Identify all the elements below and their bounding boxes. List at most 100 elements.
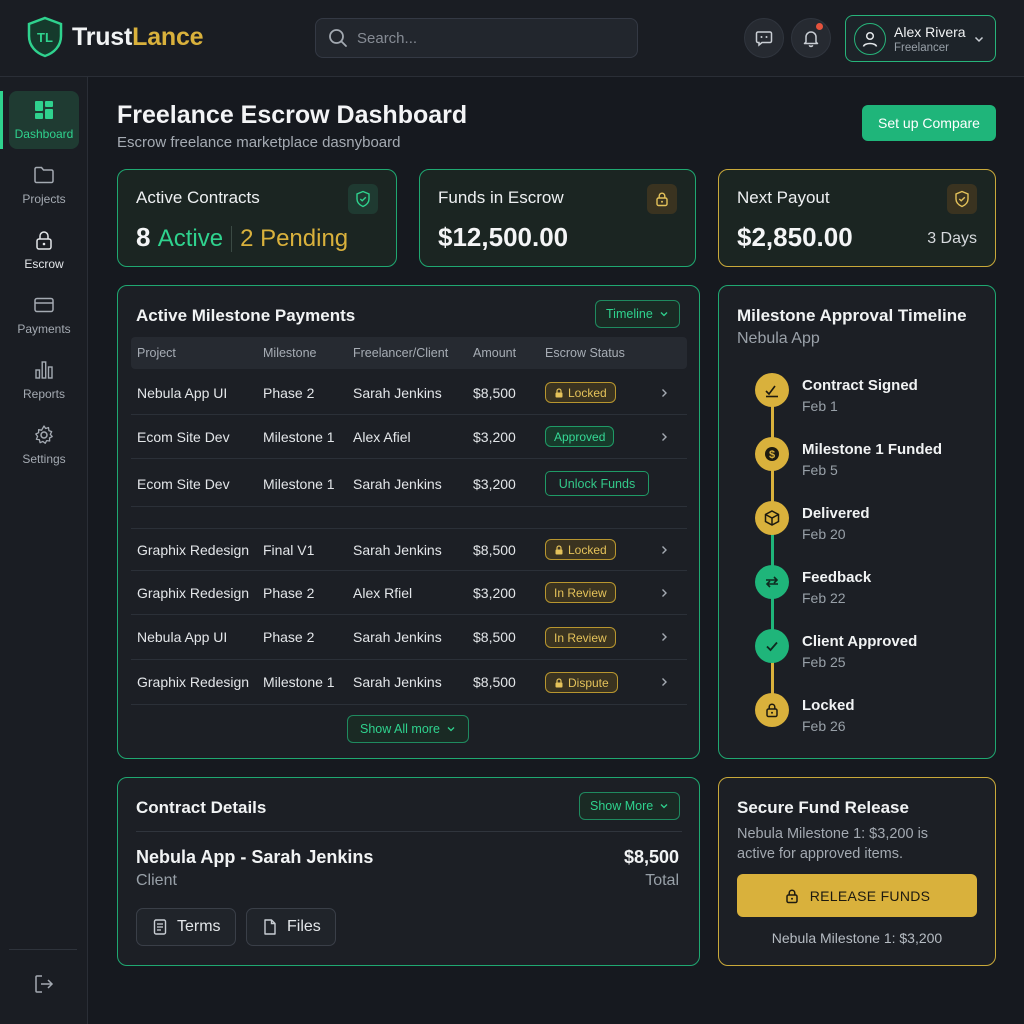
active-nav-indicator <box>0 91 3 149</box>
cell-amount: $8,500 <box>473 629 516 645</box>
milestone-payments-panel: Active Milestone Payments Timeline Proje… <box>117 285 700 759</box>
chevron-down-icon <box>974 36 984 43</box>
release-funds-button[interactable]: RELEASE FUNDS <box>737 874 977 917</box>
status-label: Locked <box>568 385 607 400</box>
brand-name-part2: Lance <box>132 22 204 51</box>
swap-icon <box>755 565 789 599</box>
dollar-icon: $ <box>755 437 789 471</box>
sidebar-item-label: Projects <box>22 192 66 206</box>
contract-details-panel: Contract Details Show More Nebula App - … <box>117 777 700 966</box>
table-row[interactable]: Ecom Site Dev Milestone 1 Alex Afiel $3,… <box>131 415 687 459</box>
lock-icon <box>785 889 798 903</box>
contract-amount-label: Total <box>645 872 679 889</box>
dashboard-icon <box>35 101 53 119</box>
cell-project: Graphix Redesign <box>137 542 250 558</box>
funds-in-escrow-card[interactable]: Funds in Escrow $12,500.00 <box>419 169 696 267</box>
panel-title: Milestone Approval Timeline <box>737 306 967 325</box>
brand-name-part1: Trust <box>72 22 133 51</box>
shield-check-icon <box>947 184 977 214</box>
timeline-filter-button[interactable]: Timeline <box>595 300 680 328</box>
sidebar-item-reports[interactable]: Reports <box>9 351 79 409</box>
top-bar: TL TrustLance Ale <box>0 0 1024 77</box>
cell-project: Ecom Site Dev <box>137 429 230 445</box>
show-more-button[interactable]: Show More <box>579 792 681 820</box>
search-box[interactable] <box>315 18 638 58</box>
table-row[interactable]: Graphix Redesign Phase 2 Alex Rfiel $3,2… <box>131 571 687 615</box>
check-icon <box>755 629 789 663</box>
setup-compare-button[interactable]: Set up Compare <box>862 105 996 141</box>
cell-person: Sarah Jenkins <box>353 476 442 492</box>
search-icon <box>329 29 347 47</box>
sidebar-item-escrow[interactable]: Escrow <box>9 221 79 279</box>
chevron-right-icon[interactable] <box>658 544 670 556</box>
cell-amount: $8,500 <box>473 385 516 401</box>
timeline-connector <box>771 662 774 697</box>
release-description: Nebula Milestone 1: $3,200 is active for… <box>737 826 929 862</box>
sidebar-item-payments[interactable]: Payments <box>9 286 79 344</box>
timeline-step-date: Feb 22 <box>802 590 846 606</box>
table-row-spacer <box>131 507 687 529</box>
lock-icon <box>555 677 563 687</box>
user-icon <box>862 31 878 47</box>
contracts-summary: 8 Active 2 Pending <box>136 222 348 253</box>
show-all-button[interactable]: Show All more <box>347 715 469 743</box>
files-button[interactable]: Files <box>246 908 336 946</box>
table-row[interactable]: Nebula App UI Phase 2 Sarah Jenkins $8,5… <box>131 615 687 660</box>
messages-button[interactable] <box>744 18 784 58</box>
sidebar: Dashboard Projects Escrow Payments Repor… <box>0 77 88 1024</box>
lock-icon <box>555 387 563 397</box>
table-row[interactable]: Graphix Redesign Final V1 Sarah Jenkins … <box>131 529 687 571</box>
show-all-label: Show All more <box>360 722 440 736</box>
chevron-right-icon[interactable] <box>658 676 670 688</box>
user-role: Freelancer <box>894 41 949 54</box>
document-icon <box>153 919 167 935</box>
sidebar-item-projects[interactable]: Projects <box>9 156 79 214</box>
table-row[interactable]: Ecom Site Dev Milestone 1 Sarah Jenkins … <box>131 459 687 507</box>
status-label: In Review <box>554 630 607 645</box>
cell-person: Sarah Jenkins <box>353 542 442 558</box>
next-payout-card[interactable]: Next Payout $2,850.00 3 Days <box>718 169 996 267</box>
table-header: Project Milestone Freelancer/Client Amou… <box>131 337 687 369</box>
sidebar-item-settings[interactable]: Settings <box>9 416 79 474</box>
lock-icon <box>555 544 563 554</box>
timeline-step-label: Locked <box>802 697 855 714</box>
pending-label: 2 Pending <box>240 225 349 252</box>
chevron-right-icon[interactable] <box>658 587 670 599</box>
table-row[interactable]: Graphix Redesign Milestone 1 Sarah Jenki… <box>131 660 687 705</box>
lock-icon <box>647 184 677 214</box>
cell-amount: $3,200 <box>473 429 516 445</box>
cell-amount: $8,500 <box>473 674 516 690</box>
status-badge: In Review <box>545 582 616 603</box>
divider <box>136 831 682 832</box>
cell-milestone: Final V1 <box>263 542 315 558</box>
unlock-funds-button[interactable]: Unlock Funds <box>545 471 649 496</box>
chevron-down-icon <box>660 804 668 809</box>
active-label: Active <box>157 225 224 252</box>
chat-icon <box>755 31 773 47</box>
chevron-right-icon[interactable] <box>658 431 670 443</box>
sidebar-divider <box>9 949 77 950</box>
cell-project: Nebula App UI <box>137 385 228 401</box>
chevron-right-icon[interactable] <box>658 631 670 643</box>
user-menu[interactable]: Alex Rivera Freelancer <box>845 15 996 62</box>
timeline-connector <box>771 406 774 441</box>
stat-title: Next Payout <box>737 188 830 207</box>
cell-amount: $8,500 <box>473 542 516 558</box>
panel-title: Secure Fund Release <box>737 798 909 817</box>
active-contracts-card[interactable]: Active Contracts 8 Active 2 Pending <box>117 169 397 267</box>
release-footer: Nebula Milestone 1: $3,200 <box>771 930 943 946</box>
sidebar-item-label: Payments <box>17 322 71 336</box>
chevron-right-icon[interactable] <box>658 387 670 399</box>
cell-amount: $3,200 <box>473 476 516 492</box>
table-row[interactable]: Nebula App UI Phase 2 Sarah Jenkins $8,5… <box>131 371 687 415</box>
search-input[interactable] <box>357 29 617 47</box>
sidebar-item-dashboard[interactable]: Dashboard <box>9 91 79 149</box>
gear-icon <box>35 425 53 444</box>
timeline-subtitle: Nebula App <box>737 330 820 347</box>
lock-icon <box>755 693 789 727</box>
terms-button[interactable]: Terms <box>136 908 236 946</box>
logout-button[interactable] <box>33 973 55 995</box>
brand-logo[interactable]: TL TrustLance <box>26 16 204 58</box>
column-header: Milestone <box>263 346 317 360</box>
notifications-button[interactable] <box>791 18 831 58</box>
